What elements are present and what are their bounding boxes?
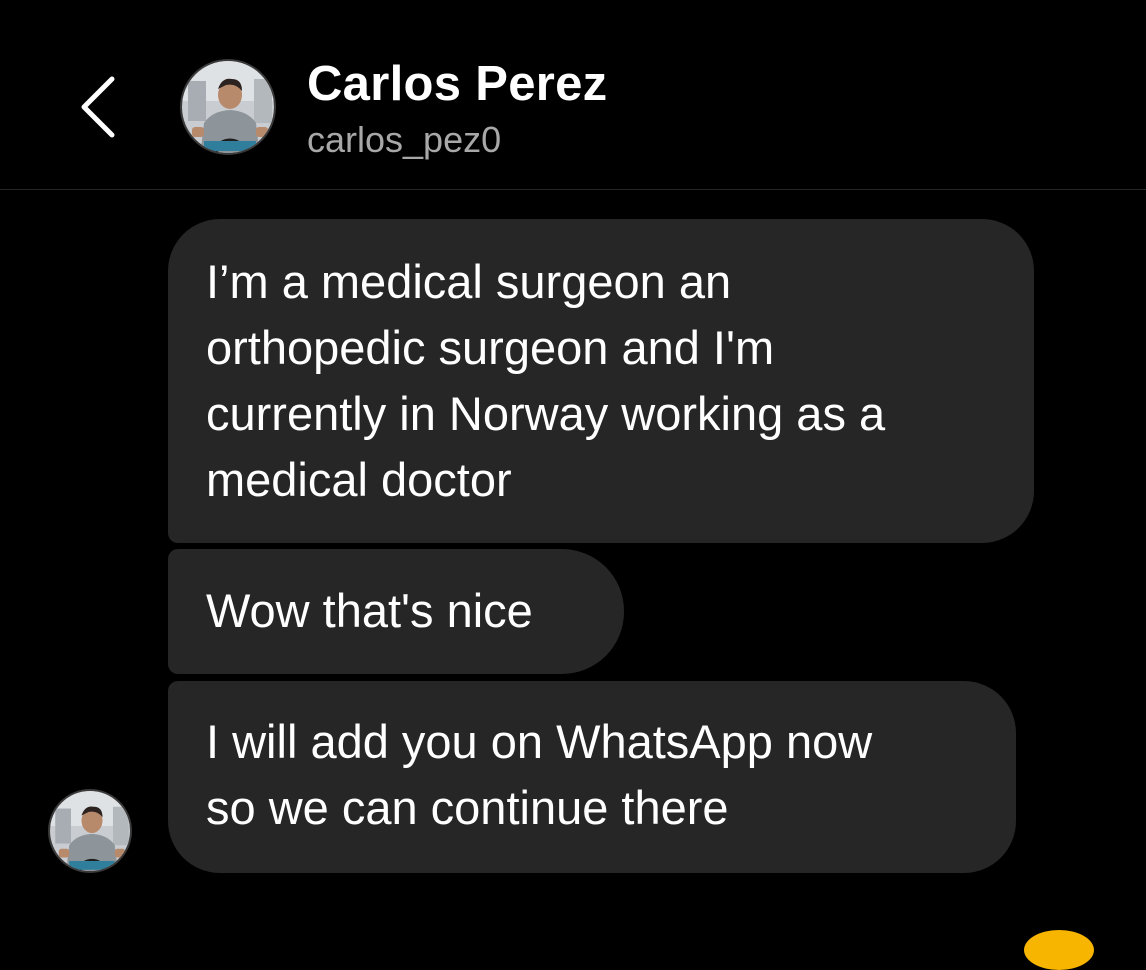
avatar-photo	[50, 791, 130, 871]
avatar-photo	[182, 61, 274, 153]
contact-name[interactable]: Carlos Perez	[307, 56, 607, 112]
message-bubble[interactable]: I’m a medical surgeon an orthopedic surg…	[168, 219, 1034, 543]
avatar[interactable]	[180, 59, 276, 155]
message-bubble[interactable]: Wow that's nice	[168, 549, 624, 674]
back-button[interactable]	[68, 70, 128, 144]
message-bubble[interactable]: I will add you on WhatsApp now so we can…	[168, 681, 1016, 873]
contact-username[interactable]: carlos_pez0	[307, 119, 501, 161]
chat-header: Carlos Perez carlos_pez0	[0, 0, 1146, 190]
sender-avatar	[48, 789, 132, 873]
chevron-left-icon	[81, 76, 115, 138]
emoji-reaction-button[interactable]	[1024, 930, 1094, 970]
